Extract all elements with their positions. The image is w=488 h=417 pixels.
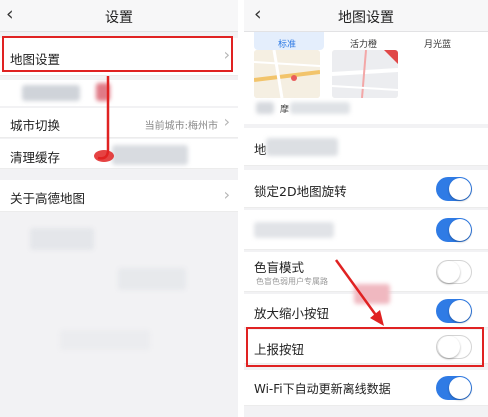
arrow-line — [334, 259, 380, 319]
settings-screen: ‹ 设置 地图设置 › 城市切换 当前城市:梅州市 › 清理缓存 关于高德地图 … — [0, 0, 238, 417]
arrow-annotation — [334, 259, 384, 326]
map-settings-screen: ‹ 地图设置 标准 活力橙 月光蓝 摩 地 锁定2D地图旋转 色盲模式 色盲色弱… — [244, 0, 488, 417]
arrow-head — [370, 310, 384, 326]
arrow-head — [94, 150, 114, 162]
arrow-annotation — [94, 76, 114, 162]
arrow-line — [97, 76, 110, 160]
